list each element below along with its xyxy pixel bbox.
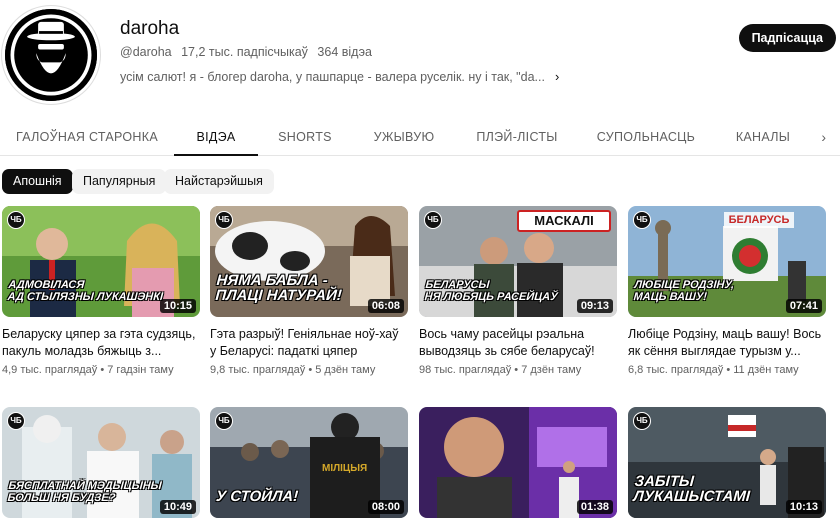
video-thumbnail[interactable]: МІЛІЦЫЯ ЧБ У СТОЙЛА! 08:00 (210, 407, 408, 518)
tab-live[interactable]: УЖЫВУЮ (362, 118, 446, 156)
thumbnail-overlay-text: ЛЮБІЦЕ РОДЗІНУ, МАЦЬ ВАШУ! (633, 279, 735, 303)
channel-avatar[interactable] (2, 6, 100, 104)
video-meta: 6,8 тыс. праглядаў • 11 дзён таму (628, 364, 799, 376)
channel-description[interactable]: усім салют! я - блогер daroha, у пашпарц… (120, 69, 559, 84)
thumbnail-overlay-text: БЯСПЛАТНАЙ МЭДЫЦЫНЫ БОЛЬШ НЯ БУДЗЕ? (7, 480, 163, 504)
video-meta: 4,9 тыс. праглядаў • 7 гадзін таму (2, 364, 174, 376)
chip-latest[interactable]: Апошнія (2, 169, 73, 194)
thumbnail-overlay-text: У СТОЙЛА! (215, 488, 299, 505)
channel-logo-badge: ЧБ (424, 211, 442, 229)
thumbnail-overlay-text: НЯМА БАБЛА - ПЛАЦІ НАТУРАЙ! (214, 272, 343, 304)
video-card[interactable]: ЧБ БЯСПЛАТНАЙ МЭДЫЦЫНЫ БОЛЬШ НЯ БУДЗЕ? 1… (2, 407, 200, 518)
sign-text: БЕЛАРУСЬ (724, 212, 794, 228)
channel-name: daroha (120, 18, 180, 39)
channel-meta: @daroha 17,2 тыс. падпісчыкаў 364 відэа (120, 45, 378, 59)
view-count: 9,8 тыс. праглядаў (210, 364, 306, 376)
tab-videos[interactable]: ВІДЭА (174, 118, 258, 156)
duration-badge: 10:13 (785, 500, 822, 514)
video-card[interactable]: 01:38 (419, 407, 617, 518)
video-thumbnail[interactable]: ЧБ БЯСПЛАТНАЙ МЭДЫЦЫНЫ БОЛЬШ НЯ БУДЗЕ? 1… (2, 407, 200, 518)
duration-badge: 10:15 (159, 299, 196, 313)
video-title[interactable]: Беларуску цяпер за гэта судзяць, пакуль … (2, 326, 200, 360)
video-title[interactable]: Любіце Родзіну, мацЬ вашу! Вось як сёння… (628, 326, 826, 360)
chevron-right-icon[interactable]: › (821, 118, 826, 156)
upload-age: 7 гадзін таму (107, 364, 174, 376)
badge-text: МІЛІЦЫЯ (322, 463, 368, 474)
video-card[interactable]: МАСКАЛІ ЧБ БЕЛАРУСЫ НЯ ЛЮБЯЦЬ РАСЕЙЦАЎ 0… (419, 206, 617, 376)
tab-shorts[interactable]: SHORTS (272, 118, 338, 156)
channel-logo-badge: ЧБ (215, 412, 233, 430)
video-meta: 98 тыс. праглядаў • 7 дзён таму (419, 364, 582, 376)
video-card[interactable]: ЧБ АДМОВІЛАСЯ АД СТЫЛЯЗНЫ ЛУКАШЭНКІ 10:1… (2, 206, 200, 376)
duration-badge: 06:08 (367, 299, 404, 313)
channel-logo-badge: ЧБ (215, 211, 233, 229)
thumbnail-overlay-text: ЗАБІТЫ ЛУКАШЫСТАМІ (632, 473, 751, 505)
thumbnail-overlay-text: БЕЛАРУСЫ НЯ ЛЮБЯЦЬ РАСЕЙЦАЎ (424, 279, 559, 303)
channel-handle: @daroha (120, 45, 172, 59)
duration-badge: 07:41 (785, 299, 822, 313)
road-sign: МАСКАЛІ (517, 210, 611, 232)
subscribe-button[interactable]: Падпісацца (738, 24, 836, 52)
video-title[interactable]: Гэта разрыў! Геніяльнае ноў-хаў у Белару… (210, 326, 408, 360)
upload-age: 5 дзён таму (315, 364, 376, 376)
video-thumbnail[interactable]: БЕЛАРУСЬ ЧБ ЛЮБІЦЕ РОДЗІНУ, МАЦЬ ВАШУ! 0… (628, 206, 826, 317)
tab-community[interactable]: СУПОЛЬНАСЦЬ (592, 118, 700, 156)
upload-age: 11 дзён таму (733, 364, 799, 376)
channel-logo-badge: ЧБ (7, 211, 25, 229)
video-count: 364 відэа (317, 45, 372, 59)
video-card[interactable]: БЕЛАРУСЬ ЧБ ЛЮБІЦЕ РОДЗІНУ, МАЦЬ ВАШУ! 0… (628, 206, 826, 376)
video-thumbnail[interactable]: ЧБ АДМОВІЛАСЯ АД СТЫЛЯЗНЫ ЛУКАШЭНКІ 10:1… (2, 206, 200, 317)
duration-badge: 01:38 (576, 500, 613, 514)
video-card[interactable]: ЧБ НЯМА БАБЛА - ПЛАЦІ НАТУРАЙ! 06:08 Гэт… (210, 206, 408, 376)
channel-logo-badge: ЧБ (633, 412, 651, 430)
channel-logo-badge: ЧБ (7, 412, 25, 430)
view-count: 6,8 тыс. праглядаў (628, 364, 724, 376)
video-meta: 9,8 тыс. праглядаў • 5 дзён таму (210, 364, 376, 376)
chip-popular[interactable]: Папулярныя (72, 169, 167, 194)
video-thumbnail[interactable]: ЧБ НЯМА БАБЛА - ПЛАЦІ НАТУРАЙ! 06:08 (210, 206, 408, 317)
chevron-right-icon[interactable]: › (555, 69, 559, 84)
chip-oldest[interactable]: Найстарэйшыя (164, 169, 274, 194)
video-thumbnail[interactable]: 01:38 (419, 407, 617, 518)
video-card[interactable]: МІЛІЦЫЯ ЧБ У СТОЙЛА! 08:00 (210, 407, 408, 518)
tab-home[interactable]: ГАЛОЎНАЯ СТАРОНКА (14, 118, 160, 156)
duration-badge: 10:49 (159, 500, 196, 514)
video-card[interactable]: ЧБ ЗАБІТЫ ЛУКАШЫСТАМІ 10:13 (628, 407, 826, 518)
thumbnail-overlay-text: АДМОВІЛАСЯ АД СТЫЛЯЗНЫ ЛУКАШЭНКІ (7, 279, 164, 303)
video-thumbnail[interactable]: МАСКАЛІ ЧБ БЕЛАРУСЫ НЯ ЛЮБЯЦЬ РАСЕЙЦАЎ 0… (419, 206, 617, 317)
channel-tabs: ГАЛОЎНАЯ СТАРОНКА ВІДЭА SHORTS УЖЫВУЮ ПЛ… (0, 118, 840, 156)
duration-badge: 08:00 (367, 500, 404, 514)
tab-channels[interactable]: КАНАЛЫ (726, 118, 800, 156)
duration-badge: 09:13 (576, 299, 613, 313)
video-thumbnail[interactable]: ЧБ ЗАБІТЫ ЛУКАШЫСТАМІ 10:13 (628, 407, 826, 518)
view-count: 4,9 тыс. праглядаў (2, 364, 98, 376)
video-title[interactable]: Вось чаму расейцы рэальна выводзяць зь с… (419, 326, 617, 360)
upload-age: 7 дзён таму (521, 364, 582, 376)
tab-playlists[interactable]: ПЛЭЙ-ЛІСТЫ (468, 118, 566, 156)
channel-description-text: усім салют! я - блогер daroha, у пашпарц… (120, 69, 545, 84)
channel-logo-badge: ЧБ (633, 211, 651, 229)
subscriber-count: 17,2 тыс. падпісчыкаў (181, 45, 308, 59)
view-count: 98 тыс. праглядаў (419, 364, 512, 376)
